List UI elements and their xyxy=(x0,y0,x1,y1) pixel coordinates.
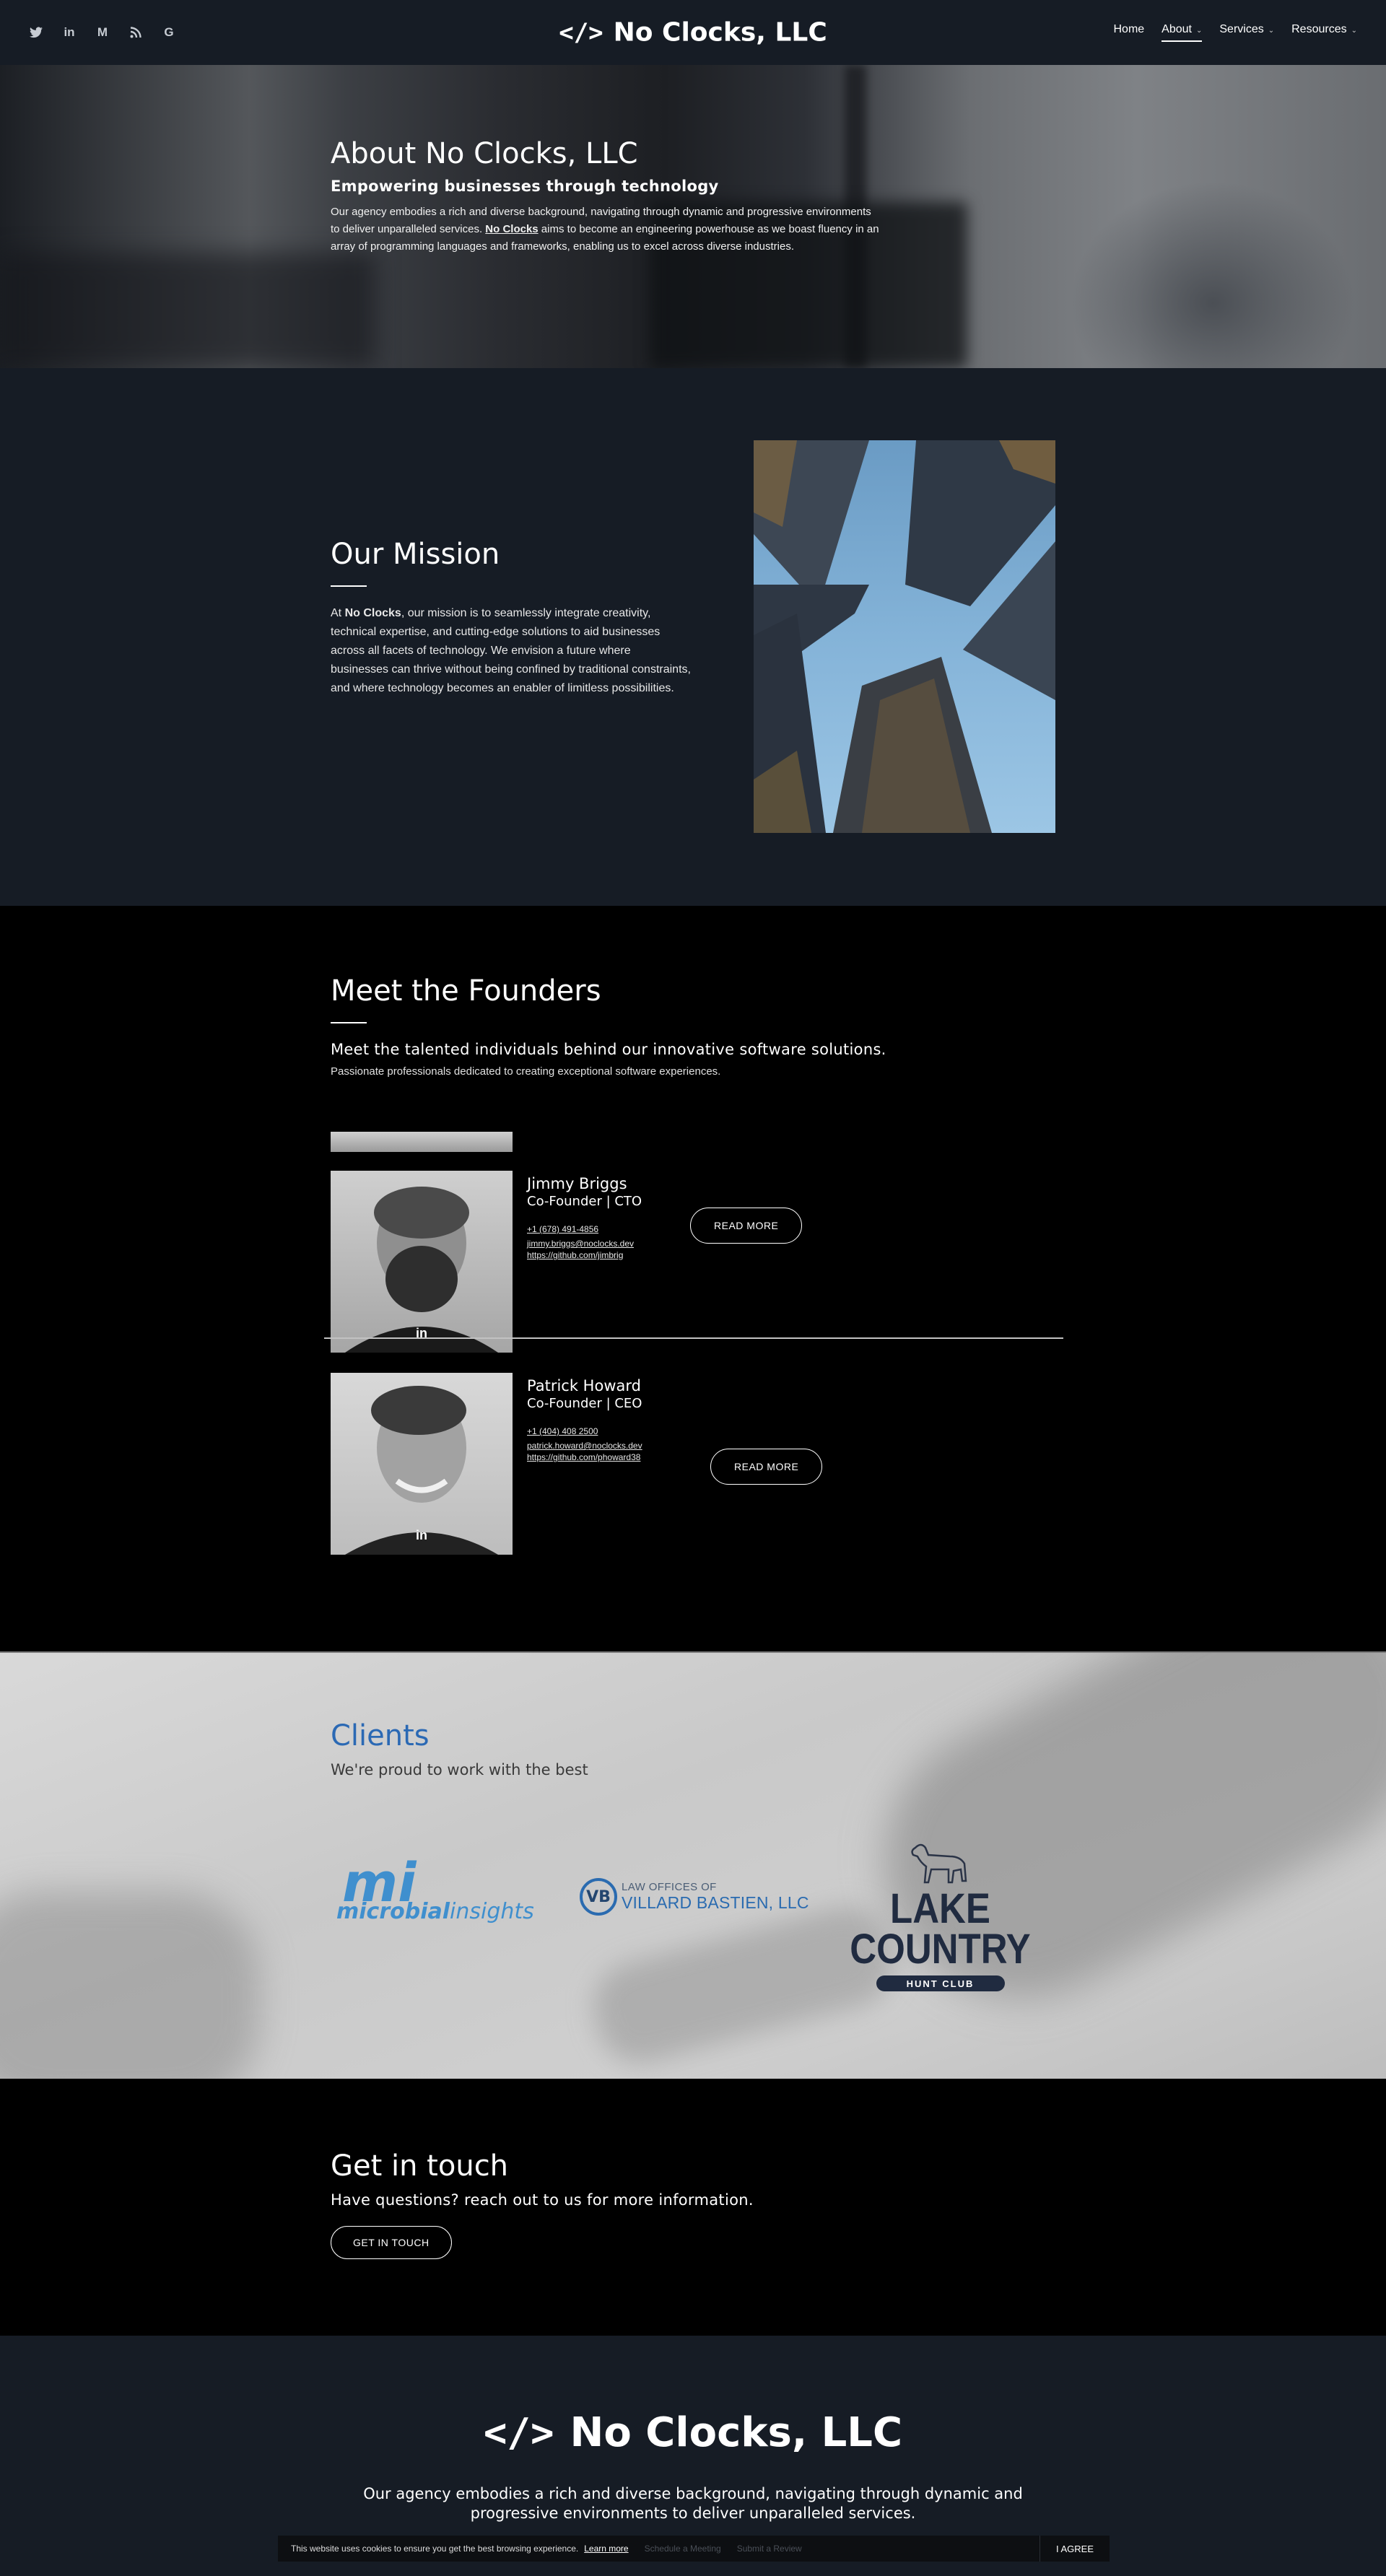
nav-services-label: Services xyxy=(1219,23,1264,35)
founders-lead: Meet the talented individuals behind our… xyxy=(331,1041,886,1058)
founder-photo: in xyxy=(331,1171,513,1353)
founder-email-link[interactable]: jimmy.briggs@noclocks.dev xyxy=(527,1236,686,1251)
founders-title: Meet the Founders xyxy=(331,974,601,1008)
get-in-touch-button[interactable]: GET IN TOUCH xyxy=(331,2226,452,2259)
hunt-club-badge: HUNT CLUB xyxy=(876,1975,1005,1991)
client-logo-villard-bastien[interactable]: VB LAW OFFICES OF VILLARD BASTIEN, LLC xyxy=(580,1878,809,1916)
hero-background-desk xyxy=(0,253,375,368)
linkedin-icon[interactable]: in xyxy=(62,25,77,40)
mission-text: Our Mission At No Clocks, our mission is… xyxy=(331,538,692,698)
linkedin-icon[interactable]: in xyxy=(416,1528,427,1543)
code-brackets-icon: </> xyxy=(483,2410,554,2455)
about-hero: About No Clocks, LLC Empowering business… xyxy=(0,65,1386,368)
villard-bastien-text: LAW OFFICES OF VILLARD BASTIEN, LLC xyxy=(622,1881,809,1913)
hero-body: Our agency embodies a rich and diverse b… xyxy=(331,204,879,256)
rss-icon[interactable] xyxy=(128,25,143,40)
medium-icon[interactable]: M xyxy=(95,25,110,40)
mission-body-prefix: At xyxy=(331,607,345,619)
site-logo[interactable]: </> No Clocks, LLC xyxy=(559,18,827,48)
schedule-meeting-link[interactable]: Schedule a Meeting xyxy=(645,2544,721,2554)
hero-content: About No Clocks, LLC Empowering business… xyxy=(331,137,879,256)
founder-role: Co-Founder | CTO xyxy=(527,1194,642,1209)
chevron-down-icon: ⌄ xyxy=(1351,27,1357,35)
clients-section: Clients We're proud to work with the bes… xyxy=(0,1651,1386,2079)
founder-email-link[interactable]: patrick.howard@noclocks.dev xyxy=(527,1438,706,1453)
microbial-insights-word2: insights xyxy=(450,1899,534,1924)
read-more-button[interactable]: READ MORE xyxy=(710,1449,823,1485)
title-divider xyxy=(331,1022,367,1023)
title-divider xyxy=(331,585,367,587)
founder-info: Patrick Howard Co-Founder | CEO +1 (404)… xyxy=(527,1377,706,1555)
nav-home-label: Home xyxy=(1113,23,1145,35)
hero-subtitle: Empowering businesses through technology xyxy=(331,178,719,195)
founder-divider xyxy=(324,1337,1063,1339)
mission-body-bold: No Clocks xyxy=(344,607,401,619)
dog-icon xyxy=(910,1843,967,1884)
microbial-insights-mark: mi xyxy=(342,1852,417,1914)
contact-section: Get in touch Have questions? reach out t… xyxy=(0,2079,1386,2336)
submit-review-link[interactable]: Submit a Review xyxy=(737,2544,802,2554)
nav-resources-label: Resources xyxy=(1291,23,1347,35)
code-brackets-icon: </> xyxy=(559,18,603,47)
founder-card: in Patrick Howard Co-Founder | CEO +1 (4… xyxy=(331,1373,823,1555)
clients-background-hand xyxy=(0,1891,260,2079)
contact-title: Get in touch xyxy=(331,2149,509,2183)
footer-text: Our agency embodies a rich and diverse b… xyxy=(363,2485,1023,2522)
nav-resources[interactable]: Resources ⌄ xyxy=(1291,23,1357,42)
footer-logo[interactable]: </> No Clocks, LLC xyxy=(484,2409,902,2456)
site-header: in M G </> No Clocks, LLC Home About ⌄ Se… xyxy=(0,0,1386,65)
no-clocks-link[interactable]: No Clocks xyxy=(485,223,538,235)
vb-monogram: VB xyxy=(580,1878,617,1916)
villard-bastien-top: LAW OFFICES OF xyxy=(622,1881,717,1893)
social-links: in M G xyxy=(29,25,176,40)
cookie-banner: This website uses cookies to ensure you … xyxy=(278,2536,1110,2562)
founder-github-link[interactable]: https://github.com/jimbrig xyxy=(527,1251,686,1259)
founder-photo: in xyxy=(331,1373,513,1555)
cookie-text: This website uses cookies to ensure you … xyxy=(291,2544,579,2554)
founder-github-link[interactable]: https://github.com/phoward38 xyxy=(527,1453,706,1462)
microbial-insights-word1: microbial xyxy=(336,1899,450,1924)
client-logo-lake-country[interactable]: LAKE COUNTRY HUNT CLUB xyxy=(823,1835,1058,1991)
mission-body-rest: , our mission is to seamlessly integrate… xyxy=(331,607,691,694)
read-more-button[interactable]: READ MORE xyxy=(690,1208,803,1244)
lake-country-wordmark: LAKE COUNTRY xyxy=(850,1885,1031,1973)
founders-section: Meet the Founders Meet the talented indi… xyxy=(0,906,1386,1651)
agree-button[interactable]: I AGREE xyxy=(1039,2536,1110,2562)
client-logo-microbial-insights[interactable]: mi microbialinsights xyxy=(336,1852,534,1924)
page-title: About No Clocks, LLC xyxy=(331,137,638,170)
contact-subtitle: Have questions? reach out to us for more… xyxy=(331,2191,754,2209)
mission-title: Our Mission xyxy=(331,538,500,571)
brand-name: No Clocks, LLC xyxy=(613,17,827,48)
twitter-icon[interactable] xyxy=(29,25,43,40)
skyscrapers-image xyxy=(754,440,1055,833)
footer-brand-name: No Clocks, LLC xyxy=(570,2409,903,2456)
microbial-insights-wordmark: microbialinsights xyxy=(336,1900,534,1924)
mission-section: Our Mission At No Clocks, our mission is… xyxy=(0,368,1386,906)
founder-name: Patrick Howard xyxy=(527,1377,641,1394)
founders-sub: Passionate professionals dedicated to cr… xyxy=(331,1065,721,1078)
nav-services[interactable]: Services ⌄ xyxy=(1219,23,1274,42)
founder-phone-link[interactable]: +1 (404) 408 2500 xyxy=(527,1424,706,1438)
founder-name: Jimmy Briggs xyxy=(527,1175,627,1192)
founder-role: Co-Founder | CEO xyxy=(527,1396,642,1411)
chevron-down-icon: ⌄ xyxy=(1268,27,1275,35)
learn-more-link[interactable]: Learn more xyxy=(584,2544,628,2554)
clients-title: Clients xyxy=(331,1719,430,1752)
nav-about[interactable]: About ⌄ xyxy=(1161,23,1203,42)
founder-actions: READ MORE xyxy=(710,1449,823,1555)
founders-header: Meet the Founders Meet the talented indi… xyxy=(331,974,1067,1078)
nav-about-label: About xyxy=(1161,23,1192,35)
founder-card: in Jimmy Briggs Co-Founder | CTO +1 (678… xyxy=(331,1171,803,1353)
google-icon[interactable]: G xyxy=(162,25,176,40)
chevron-down-icon: ⌄ xyxy=(1195,27,1203,35)
clients-subtitle: We're proud to work with the best xyxy=(331,1761,588,1778)
nav-home[interactable]: Home xyxy=(1113,23,1144,42)
founder-phone-link[interactable]: +1 (678) 491-4856 xyxy=(527,1222,686,1236)
mission-body: At No Clocks, our mission is to seamless… xyxy=(331,604,692,698)
founder-photo-strip xyxy=(331,1132,513,1152)
founder-actions: READ MORE xyxy=(690,1208,803,1353)
villard-bastien-main: VILLARD BASTIEN, LLC xyxy=(622,1893,809,1912)
main-nav: Home About ⌄ Services ⌄ Resources ⌄ xyxy=(1113,23,1357,42)
founder-info: Jimmy Briggs Co-Founder | CTO +1 (678) 4… xyxy=(527,1175,686,1353)
